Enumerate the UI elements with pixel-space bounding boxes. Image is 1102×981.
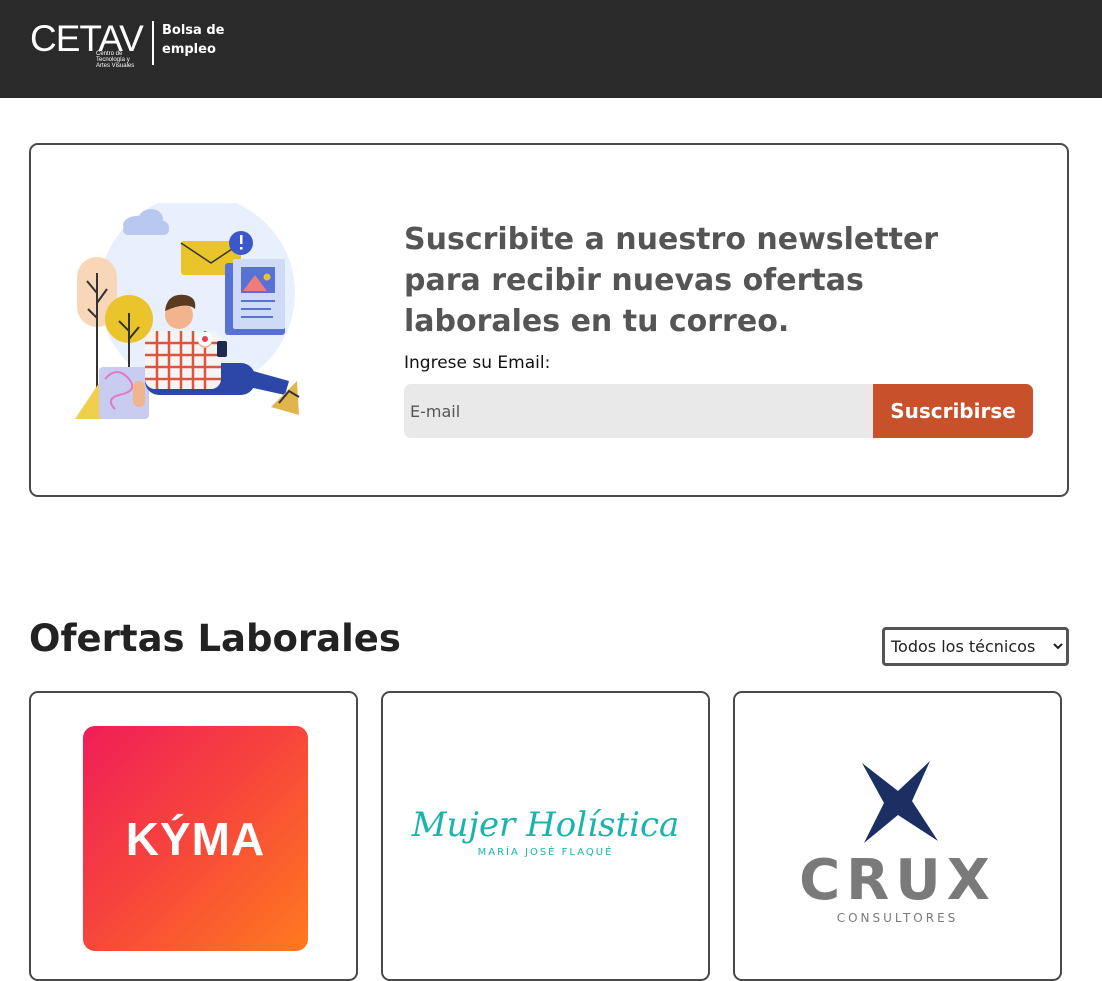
crux-logo: CRUX CONSULTORES: [735, 761, 1060, 925]
mujer-holistica-logo-subtext: MARÍA JOSÉ FLAQUÉ: [477, 847, 614, 858]
crux-star-icon: [861, 761, 938, 843]
company-logo-area: Mujer Holística MARÍA JOSÉ FLAQUÉ: [383, 693, 708, 963]
logo-wordmark: CETAV Centro de Tecnología y Artes Visua…: [30, 19, 144, 71]
logo-divider: [152, 21, 154, 65]
mujer-holistica-logo: Mujer Holística MARÍA JOSÉ FLAQUÉ: [383, 805, 708, 858]
crux-logo-subtext: CONSULTORES: [836, 911, 959, 925]
company-logo-area: CRUX CONSULTORES: [735, 693, 1060, 963]
logo-caption: Bolsa de empleo: [162, 23, 225, 57]
kyma-logo-text: KÝMA: [125, 812, 266, 865]
subscribe-button[interactable]: Suscribirse: [873, 384, 1033, 438]
email-input[interactable]: [404, 384, 873, 438]
newsletter-box: Suscribite a nuestro newsletter para rec…: [29, 143, 1069, 497]
newsletter-illustration: [75, 203, 300, 419]
mujer-holistica-logo-text: Mujer Holística: [411, 805, 680, 845]
newsletter-title: Suscribite a nuestro newsletter para rec…: [404, 222, 939, 339]
document-icon: [225, 259, 285, 335]
job-card-mujer-holistica[interactable]: Mujer Holística MARÍA JOSÉ FLAQUÉ: [381, 691, 710, 981]
logo-subtext: Centro de Tecnología y Artes Visuales: [96, 51, 135, 69]
kyma-logo: KÝMA: [83, 726, 308, 951]
job-card-kyma[interactable]: KÝMA: [29, 691, 358, 981]
job-card-crux[interactable]: CRUX CONSULTORES: [733, 691, 1062, 981]
technician-filter-select[interactable]: Todos los técnicos: [882, 627, 1069, 666]
offers-title: Ofertas Laborales: [29, 617, 401, 660]
top-navbar: CETAV Centro de Tecnología y Artes Visua…: [0, 0, 1102, 98]
alert-icon: [229, 231, 253, 255]
cetav-logo[interactable]: CETAV Centro de Tecnología y Artes Visua…: [30, 19, 224, 71]
crux-logo-text: CRUX: [799, 848, 996, 913]
email-label: Ingrese su Email:: [404, 353, 551, 373]
company-logo-area: KÝMA: [31, 693, 356, 963]
